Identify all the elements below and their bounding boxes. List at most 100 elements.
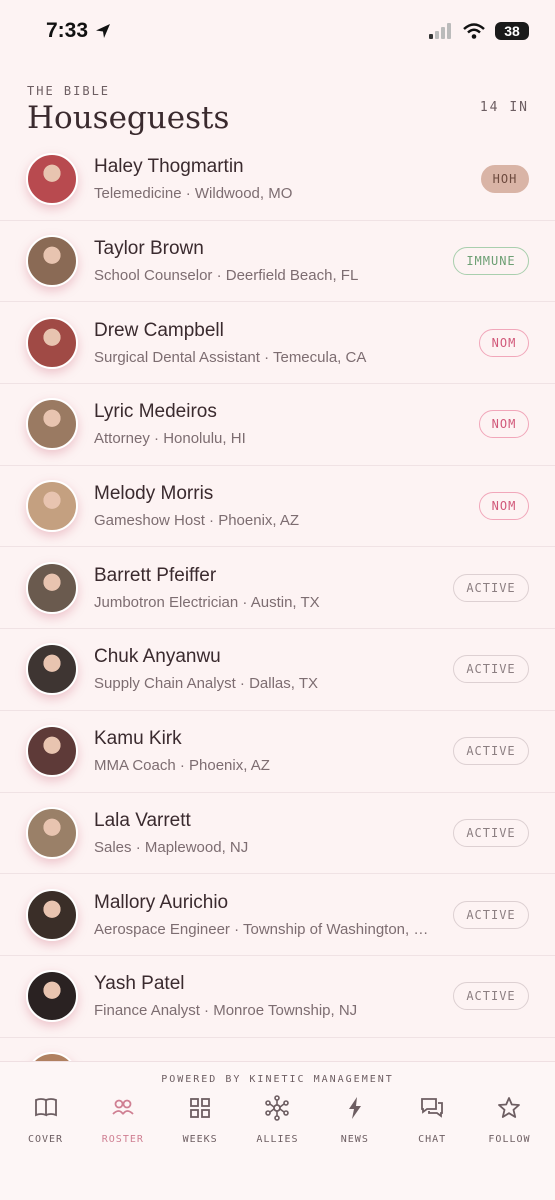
tab-label: NEWS <box>340 1134 369 1145</box>
tab-cover[interactable]: COVER <box>8 1095 83 1145</box>
status-indicators: 38 <box>429 22 529 40</box>
houseguest-name: Yash Patel <box>94 973 185 995</box>
houseguest-name: Barrett Pfeiffer <box>94 564 217 586</box>
avatar <box>26 725 78 778</box>
status-bar: 7:33 38 <box>0 0 555 62</box>
houseguest-info: Haley Thogmartin Telemedicine · Wildwood,… <box>94 156 481 202</box>
avatar <box>26 480 78 533</box>
houseguest-info: Chuk Anyanwu Supply Chain Analyst · Dalla… <box>94 646 453 692</box>
houseguest-name: Lyric Medeiros <box>94 401 217 423</box>
houseguest-name: Chuk Anyanwu <box>94 646 221 668</box>
tab-roster[interactable]: ROSTER <box>85 1095 160 1145</box>
avatar <box>26 561 78 614</box>
houseguest-list[interactable]: Haley Thogmartin Telemedicine · Wildwood,… <box>0 139 555 1061</box>
houseguest-detail: Surgical Dental Assistant · Temecula, CA <box>94 348 367 366</box>
tab-follow[interactable]: FOLLOW <box>472 1095 547 1145</box>
status-badge: HOH <box>481 165 529 194</box>
wifi-icon <box>463 23 485 39</box>
tab-allies[interactable]: ALLIES <box>240 1095 315 1145</box>
status-badge: ACTIVE <box>453 818 529 847</box>
status-time: 7:33 <box>46 19 112 43</box>
status-badge: ACTIVE <box>453 655 529 684</box>
avatar <box>26 888 78 941</box>
tab-list: COVER ROSTER WEEKS ALLIES NEWS CHAT FOLLOW <box>0 1095 555 1145</box>
houseguest-row[interactable]: Barrett Pfeiffer Jumbotron Electrician · … <box>0 547 555 630</box>
tab-label: ALLIES <box>256 1134 299 1145</box>
houseguest-row[interactable]: Yash Patel Finance Analyst · Monroe Towns… <box>0 956 555 1038</box>
houseguest-detail: Finance Analyst · Monroe Township, NJ <box>94 1002 358 1020</box>
page-header: THE BIBLE Houseguests 14 IN <box>27 84 529 144</box>
houseguest-name: Melody Morris <box>94 483 214 505</box>
houseguest-info: Barrett Pfeiffer Jumbotron Electrician · … <box>94 565 453 611</box>
avatar <box>26 316 78 369</box>
status-badge: ACTIVE <box>453 982 529 1011</box>
powered-by: POWERED BY KINETIC MANAGEMENT <box>161 1074 394 1085</box>
avatar <box>26 398 78 451</box>
status-badge: NOM <box>479 492 529 521</box>
tab-label: COVER <box>27 1134 64 1145</box>
houseguest-name: Drew Campbell <box>94 319 224 341</box>
network-icon <box>264 1095 290 1126</box>
houseguest-row[interactable]: Kamu Kirk MMA Coach · Phoenix, AZ ACTIVE <box>0 711 555 793</box>
houseguest-info: Kamu Kirk MMA Coach · Phoenix, AZ <box>94 728 453 774</box>
houseguest-info: Drew Campbell Surgical Dental Assistant ·… <box>94 320 479 366</box>
houseguest-row[interactable]: Mallory Aurichio Aerospace Engineer · Tow… <box>0 874 555 956</box>
houseguest-row[interactable]: Haley Thogmartin Telemedicine · Wildwood,… <box>0 139 555 221</box>
houseguest-info: Lala Varrett Sales · Maplewood, NJ <box>94 810 453 856</box>
houseguest-detail: Attorney · Honolulu, HI <box>94 430 246 448</box>
clock: 7:33 <box>46 19 89 42</box>
houseguest-detail: Gameshow Host · Phoenix, AZ <box>94 512 300 530</box>
houseguest-row[interactable]: Chuk Anyanwu Supply Chain Analyst · Dalla… <box>0 629 555 711</box>
houseguest-name: Haley Thogmartin <box>94 156 244 178</box>
houseguest-info: Melody Morris Gameshow Host · Phoenix, AZ <box>94 483 479 529</box>
houseguest-row[interactable]: Melody Morris Gameshow Host · Phoenix, AZ… <box>0 466 555 548</box>
status-badge: ACTIVE <box>453 573 529 602</box>
location-arrow-icon <box>96 24 111 38</box>
tab-bar: POWERED BY KINETIC MANAGEMENT COVER ROSTE… <box>0 1061 555 1200</box>
grid-icon <box>187 1095 213 1126</box>
houseguest-detail: MMA Coach · Phoenix, AZ <box>94 757 270 775</box>
houseguest-name: Mallory Aurichio <box>94 891 229 913</box>
status-badge: ACTIVE <box>453 737 529 766</box>
bolt-icon <box>342 1095 368 1126</box>
houseguest-name: Kamu Kirk <box>94 728 182 750</box>
houseguest-info: Taylor Brown School Counselor · Deerfield… <box>94 238 453 284</box>
tab-weeks[interactable]: WEEKS <box>163 1095 238 1145</box>
houseguest-info: Lyric Medeiros Attorney · Honolulu, HI <box>94 401 479 447</box>
tab-label: CHAT <box>418 1134 447 1145</box>
houseguest-detail: Telemedicine · Wildwood, MO <box>94 185 293 203</box>
houseguest-row[interactable]: Lyric Medeiros Attorney · Honolulu, HI NOM <box>0 384 555 466</box>
page-kicker: THE BIBLE <box>27 84 111 98</box>
tab-label: ROSTER <box>101 1134 144 1145</box>
chat-icon <box>419 1095 445 1126</box>
status-badge: ACTIVE <box>453 900 529 929</box>
houseguest-info: Mallory Aurichio Aerospace Engineer · Tow… <box>94 892 453 938</box>
book-icon <box>33 1095 59 1126</box>
houseguest-detail: Supply Chain Analyst · Dallas, TX <box>94 675 318 693</box>
avatar <box>26 153 78 206</box>
houseguest-info: Yash Patel Finance Analyst · Monroe Towns… <box>94 973 453 1019</box>
houseguest-row[interactable] <box>0 1038 555 1061</box>
avatar <box>26 643 78 696</box>
star-icon <box>496 1095 522 1126</box>
tab-label: FOLLOW <box>488 1134 531 1145</box>
houseguest-row[interactable]: Drew Campbell Surgical Dental Assistant ·… <box>0 302 555 385</box>
tab-news[interactable]: NEWS <box>317 1095 392 1145</box>
avatar <box>26 235 78 288</box>
page-title: Houseguests <box>27 100 230 136</box>
people-icon <box>110 1095 136 1126</box>
houseguest-detail: School Counselor · Deerfield Beach, FL <box>94 267 359 285</box>
signal-icon <box>429 23 451 39</box>
battery-level: 38 <box>495 22 529 40</box>
houseguest-row[interactable]: Lala Varrett Sales · Maplewood, NJ ACTIVE <box>0 793 555 875</box>
avatar <box>26 1051 78 1061</box>
tab-label: WEEKS <box>182 1134 218 1145</box>
status-badge: NOM <box>479 328 529 357</box>
houseguest-row[interactable]: Taylor Brown School Counselor · Deerfield… <box>0 221 555 303</box>
houseguest-detail: Aerospace Engineer · Township of Washing… <box>94 920 429 938</box>
avatar <box>26 806 78 859</box>
tab-chat[interactable]: CHAT <box>395 1095 470 1145</box>
houseguest-detail: Sales · Maplewood, NJ <box>94 838 249 856</box>
avatar <box>26 970 78 1023</box>
houseguest-name: Lala Varrett <box>94 809 191 831</box>
